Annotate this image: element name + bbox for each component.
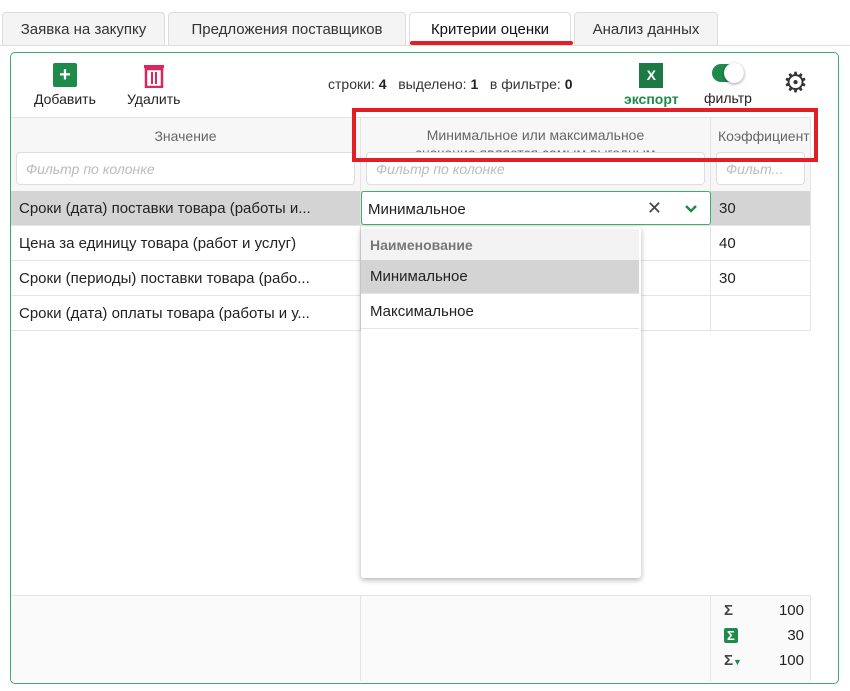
cell-coefficient: 40: [711, 226, 811, 260]
excel-icon: X: [639, 63, 664, 88]
footer-cell: [11, 595, 361, 681]
plus-icon: +: [52, 63, 77, 87]
cell-coefficient: [711, 296, 811, 330]
filter-input-value[interactable]: Фильтр по колонке: [16, 152, 355, 185]
tab-data-analysis[interactable]: Анализ данных: [574, 12, 718, 45]
dropdown-header: Наименование: [361, 229, 639, 261]
cell-value: Сроки (дата) поставки товара (работы и..…: [11, 191, 361, 225]
export-button[interactable]: X экспорт: [624, 63, 679, 107]
sigma-selected-icon: Σ: [724, 628, 738, 643]
sigma-filter-icon: Σ▼: [724, 652, 742, 669]
cell-value: Сроки (дата) оплаты товара (работы и у..…: [11, 296, 361, 330]
footer-cell: [361, 595, 711, 681]
column-header-value[interactable]: Значение Фильтр по колонке: [11, 117, 361, 191]
grid-stats: строки: 4 выделено: 1 в фильтре: 0: [328, 76, 573, 92]
tab-supplier-offers[interactable]: Предложения поставщиков: [168, 12, 406, 45]
cell-value: Сроки (периоды) поставки товара (рабо...: [11, 261, 361, 295]
cell-value: Цена за единицу товара (работ и услуг): [11, 226, 361, 260]
tab-bar-divider: [0, 45, 850, 46]
highlight-box: [352, 108, 818, 162]
active-tab-underline: [410, 41, 573, 45]
toggle-switch: [711, 63, 744, 83]
add-button[interactable]: + Добавить: [34, 63, 96, 107]
cell-coefficient: 30: [711, 191, 811, 225]
trash-icon: [143, 65, 164, 88]
add-label: Добавить: [34, 91, 96, 107]
select-value: Минимальное: [368, 201, 466, 218]
cell-coefficient: 30: [711, 261, 811, 295]
option-minimal[interactable]: Минимальное: [361, 260, 639, 294]
filter-toggle[interactable]: фильтр: [704, 63, 752, 106]
sum-selected: Σ 30: [724, 627, 804, 644]
gear-icon[interactable]: ⚙: [783, 69, 808, 97]
sum-total: Σ 100: [724, 602, 804, 619]
chevron-down-icon[interactable]: [684, 204, 698, 214]
option-maximal[interactable]: Максимальное: [361, 295, 639, 329]
delete-button[interactable]: Удалить: [127, 63, 180, 107]
sigma-icon: Σ: [724, 602, 734, 619]
sum-filtered: Σ▼ 100: [724, 652, 804, 669]
delete-label: Удалить: [127, 91, 181, 107]
table-row[interactable]: Сроки (дата) поставки товара (работы и..…: [11, 191, 811, 226]
filter-label: фильтр: [704, 90, 752, 106]
tab-purchase-request[interactable]: Заявка на закупку: [2, 12, 165, 45]
minmax-select[interactable]: Минимальное ✕: [361, 191, 711, 225]
clear-icon[interactable]: ✕: [647, 198, 662, 219]
minmax-dropdown: Наименование Минимальное Максимальное: [361, 227, 641, 578]
export-label: экспорт: [624, 91, 679, 107]
